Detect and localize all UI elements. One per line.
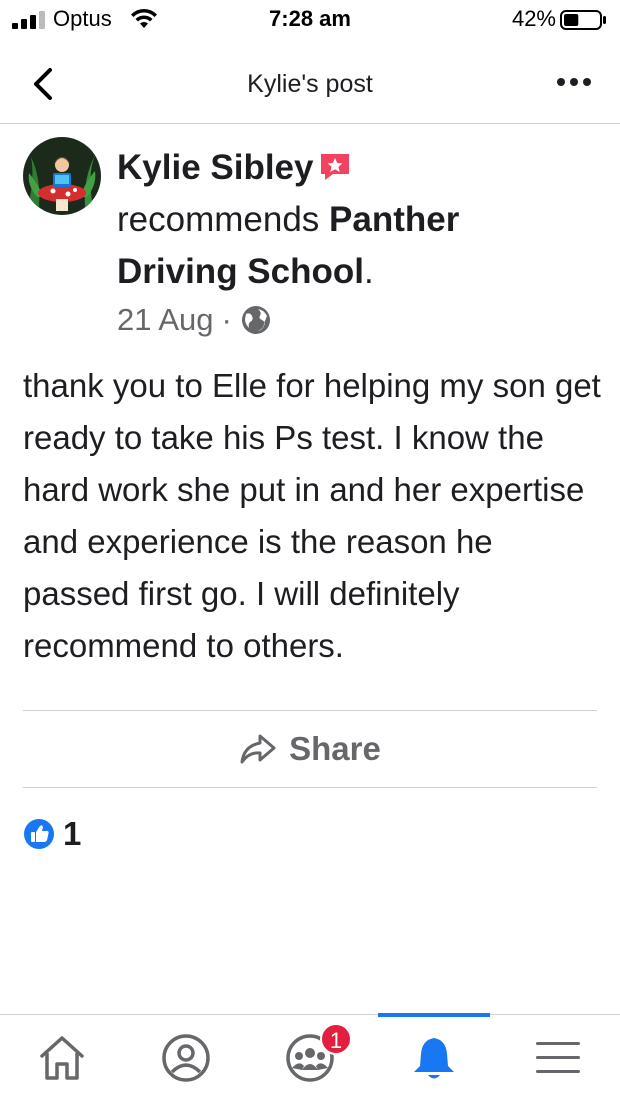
reactions-summary[interactable]: 1 (23, 815, 81, 853)
nav-profile[interactable] (124, 1015, 248, 1100)
battery-percentage: 42% (511, 6, 556, 31)
post-author-line: Kylie Sibley recommends Panther Driving … (117, 142, 587, 298)
post-date[interactable]: 21 Aug (117, 302, 214, 338)
recommends-text: recommends (117, 200, 320, 239)
home-icon (40, 1036, 84, 1080)
period: . (363, 252, 374, 291)
divider (23, 787, 597, 788)
share-arrow-icon (240, 734, 276, 764)
notification-count-badge: 1 (320, 1023, 352, 1055)
post-meta: 21 Aug · (117, 302, 272, 338)
nav-menu[interactable] (496, 1015, 620, 1100)
recommendation-star-icon (321, 153, 350, 180)
avatar-image (23, 137, 101, 215)
globe-icon (241, 306, 270, 334)
page-title: Kylie's post (247, 70, 373, 98)
like-thumbs-up-icon (24, 819, 54, 849)
nav-home[interactable] (0, 1015, 124, 1100)
like-count: 1 (63, 815, 82, 852)
nav-groups[interactable]: 1 (248, 1015, 372, 1100)
bottom-navigation: 1 (0, 1013, 620, 1100)
notifications-bell-icon (414, 1038, 454, 1079)
divider (23, 710, 597, 711)
nav-notifications[interactable] (372, 1015, 496, 1100)
avatar[interactable] (23, 137, 101, 215)
profile-icon (162, 1034, 210, 1082)
post-body: thank you to Elle for helping my son get… (23, 367, 601, 664)
status-bar: Optus 7:28 am 42% (0, 0, 620, 40)
post-header: Kylie's post (0, 44, 620, 124)
share-button[interactable]: Share (23, 712, 597, 786)
battery-icon (560, 10, 606, 30)
meta-separator: · (221, 302, 232, 337)
author-name[interactable]: Kylie Sibley (117, 148, 313, 187)
more-options-icon[interactable] (556, 72, 592, 92)
share-label: Share (289, 730, 381, 767)
menu-icon (536, 1042, 580, 1073)
